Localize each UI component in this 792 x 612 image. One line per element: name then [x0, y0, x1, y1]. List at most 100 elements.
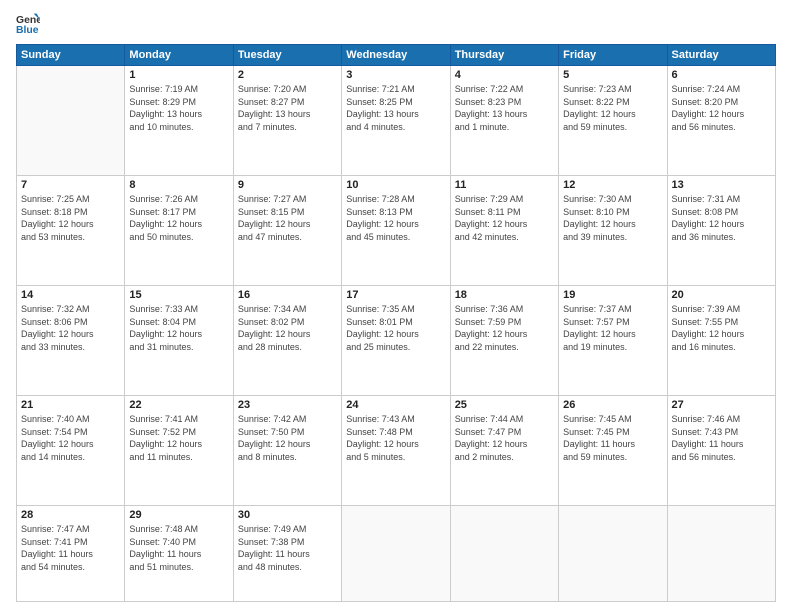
calendar-week-row: 7 Sunrise: 7:25 AM Sunset: 8:18 PM Daylig… — [17, 176, 776, 286]
calendar-day-cell — [342, 506, 450, 602]
calendar-day-cell: 18Sunrise: 7:36 AM Sunset: 7:59 PM Dayli… — [450, 286, 558, 396]
day-info: Sunrise: 7:41 AM Sunset: 7:52 PM Dayligh… — [129, 413, 228, 463]
logo-icon: General Blue — [16, 12, 40, 36]
calendar-day-cell — [17, 66, 125, 176]
day-info: Sunrise: 7:28 AM Sunset: 8:13 PM Dayligh… — [346, 193, 445, 243]
day-number: 7 — [21, 179, 120, 191]
weekday-header-monday: Monday — [125, 45, 233, 66]
day-info: Sunrise: 7:35 AM Sunset: 8:01 PM Dayligh… — [346, 303, 445, 353]
calendar-day-cell: 29 Sunrise: 7:48 AM Sunset: 7:40 PM Dayli… — [125, 506, 233, 602]
weekday-header-thursday: Thursday — [450, 45, 558, 66]
calendar-day-cell: 1 Sunrise: 7:19 AM Sunset: 8:29 PM Daylig… — [125, 66, 233, 176]
day-number: 6 — [672, 69, 771, 81]
calendar-day-cell: 20Sunrise: 7:39 AM Sunset: 7:55 PM Dayli… — [667, 286, 775, 396]
day-info: Sunrise: 7:37 AM Sunset: 7:57 PM Dayligh… — [563, 303, 662, 353]
day-info: Sunrise: 7:47 AM Sunset: 7:41 PM Dayligh… — [21, 523, 120, 573]
calendar-day-cell: 8Sunrise: 7:26 AM Sunset: 8:17 PM Daylig… — [125, 176, 233, 286]
calendar-day-cell: 10 Sunrise: 7:28 AM Sunset: 8:13 PM Dayli… — [342, 176, 450, 286]
day-number: 3 — [346, 69, 445, 81]
day-info: Sunrise: 7:29 AM Sunset: 8:11 PM Dayligh… — [455, 193, 554, 243]
day-info: Sunrise: 7:23 AM Sunset: 8:22 PM Dayligh… — [563, 83, 662, 133]
calendar-day-cell: 30 Sunrise: 7:49 AM Sunset: 7:38 PM Dayli… — [233, 506, 341, 602]
day-number: 22 — [129, 399, 228, 411]
calendar-day-cell: 12 Sunrise: 7:30 AM Sunset: 8:10 PM Dayli… — [559, 176, 667, 286]
calendar-day-cell: 23 Sunrise: 7:42 AM Sunset: 7:50 PM Dayli… — [233, 396, 341, 506]
logo: General Blue — [16, 12, 44, 36]
day-number: 12 — [563, 179, 662, 191]
day-number: 23 — [238, 399, 337, 411]
day-number: 15 — [129, 289, 228, 301]
weekday-header-tuesday: Tuesday — [233, 45, 341, 66]
calendar-day-cell: 15 Sunrise: 7:33 AM Sunset: 8:04 PM Dayli… — [125, 286, 233, 396]
calendar-day-cell: 27Sunrise: 7:46 AM Sunset: 7:43 PM Dayli… — [667, 396, 775, 506]
page-container: General Blue SundayMondayTuesdayWednesda… — [0, 0, 792, 612]
calendar-day-cell — [667, 506, 775, 602]
day-number: 30 — [238, 509, 337, 521]
day-info: Sunrise: 7:20 AM Sunset: 8:27 PM Dayligh… — [238, 83, 337, 133]
day-info: Sunrise: 7:42 AM Sunset: 7:50 PM Dayligh… — [238, 413, 337, 463]
calendar-day-cell: 26 Sunrise: 7:45 AM Sunset: 7:45 PM Dayli… — [559, 396, 667, 506]
day-info: Sunrise: 7:49 AM Sunset: 7:38 PM Dayligh… — [238, 523, 337, 573]
weekday-header-wednesday: Wednesday — [342, 45, 450, 66]
day-number: 10 — [346, 179, 445, 191]
day-info: Sunrise: 7:30 AM Sunset: 8:10 PM Dayligh… — [563, 193, 662, 243]
day-number: 11 — [455, 179, 554, 191]
weekday-header-saturday: Saturday — [667, 45, 775, 66]
calendar-day-cell: 28 Sunrise: 7:47 AM Sunset: 7:41 PM Dayli… — [17, 506, 125, 602]
day-number: 5 — [563, 69, 662, 81]
calendar-week-row: 21 Sunrise: 7:40 AM Sunset: 7:54 PM Dayli… — [17, 396, 776, 506]
calendar-day-cell: 14Sunrise: 7:32 AM Sunset: 8:06 PM Dayli… — [17, 286, 125, 396]
calendar-day-cell — [559, 506, 667, 602]
calendar-week-row: 28 Sunrise: 7:47 AM Sunset: 7:41 PM Dayli… — [17, 506, 776, 602]
svg-text:Blue: Blue — [16, 25, 39, 36]
day-info: Sunrise: 7:33 AM Sunset: 8:04 PM Dayligh… — [129, 303, 228, 353]
day-number: 24 — [346, 399, 445, 411]
day-number: 1 — [129, 69, 228, 81]
day-info: Sunrise: 7:40 AM Sunset: 7:54 PM Dayligh… — [21, 413, 120, 463]
day-number: 13 — [672, 179, 771, 191]
calendar-day-cell: 16 Sunrise: 7:34 AM Sunset: 8:02 PM Dayli… — [233, 286, 341, 396]
day-number: 28 — [21, 509, 120, 521]
day-number: 4 — [455, 69, 554, 81]
page-header: General Blue — [16, 12, 776, 36]
day-info: Sunrise: 7:43 AM Sunset: 7:48 PM Dayligh… — [346, 413, 445, 463]
calendar-day-cell: 21 Sunrise: 7:40 AM Sunset: 7:54 PM Dayli… — [17, 396, 125, 506]
day-info: Sunrise: 7:25 AM Sunset: 8:18 PM Dayligh… — [21, 193, 120, 243]
calendar-day-cell: 25Sunrise: 7:44 AM Sunset: 7:47 PM Dayli… — [450, 396, 558, 506]
calendar-table: SundayMondayTuesdayWednesdayThursdayFrid… — [16, 44, 776, 602]
day-number: 19 — [563, 289, 662, 301]
day-info: Sunrise: 7:46 AM Sunset: 7:43 PM Dayligh… — [672, 413, 771, 463]
calendar-day-cell: 22 Sunrise: 7:41 AM Sunset: 7:52 PM Dayli… — [125, 396, 233, 506]
day-number: 26 — [563, 399, 662, 411]
day-info: Sunrise: 7:24 AM Sunset: 8:20 PM Dayligh… — [672, 83, 771, 133]
calendar-day-cell: 17 Sunrise: 7:35 AM Sunset: 8:01 PM Dayli… — [342, 286, 450, 396]
day-number: 29 — [129, 509, 228, 521]
weekday-header-friday: Friday — [559, 45, 667, 66]
day-number: 25 — [455, 399, 554, 411]
day-info: Sunrise: 7:19 AM Sunset: 8:29 PM Dayligh… — [129, 83, 228, 133]
calendar-day-cell: 6 Sunrise: 7:24 AM Sunset: 8:20 PM Daylig… — [667, 66, 775, 176]
calendar-day-cell: 24 Sunrise: 7:43 AM Sunset: 7:48 PM Dayli… — [342, 396, 450, 506]
calendar-day-cell: 5 Sunrise: 7:23 AM Sunset: 8:22 PM Daylig… — [559, 66, 667, 176]
calendar-day-cell: 9Sunrise: 7:27 AM Sunset: 8:15 PM Daylig… — [233, 176, 341, 286]
calendar-week-row: 1 Sunrise: 7:19 AM Sunset: 8:29 PM Daylig… — [17, 66, 776, 176]
day-number: 20 — [672, 289, 771, 301]
calendar-day-cell: 3Sunrise: 7:21 AM Sunset: 8:25 PM Daylig… — [342, 66, 450, 176]
day-number: 17 — [346, 289, 445, 301]
weekday-header-row: SundayMondayTuesdayWednesdayThursdayFrid… — [17, 45, 776, 66]
calendar-day-cell: 4Sunrise: 7:22 AM Sunset: 8:23 PM Daylig… — [450, 66, 558, 176]
calendar-day-cell: 13 Sunrise: 7:31 AM Sunset: 8:08 PM Dayli… — [667, 176, 775, 286]
calendar-day-cell: 2Sunrise: 7:20 AM Sunset: 8:27 PM Daylig… — [233, 66, 341, 176]
calendar-day-cell: 7 Sunrise: 7:25 AM Sunset: 8:18 PM Daylig… — [17, 176, 125, 286]
calendar-day-cell: 19 Sunrise: 7:37 AM Sunset: 7:57 PM Dayli… — [559, 286, 667, 396]
day-info: Sunrise: 7:34 AM Sunset: 8:02 PM Dayligh… — [238, 303, 337, 353]
day-info: Sunrise: 7:45 AM Sunset: 7:45 PM Dayligh… — [563, 413, 662, 463]
day-number: 21 — [21, 399, 120, 411]
calendar-day-cell — [450, 506, 558, 602]
day-info: Sunrise: 7:32 AM Sunset: 8:06 PM Dayligh… — [21, 303, 120, 353]
day-info: Sunrise: 7:31 AM Sunset: 8:08 PM Dayligh… — [672, 193, 771, 243]
day-number: 8 — [129, 179, 228, 191]
day-info: Sunrise: 7:48 AM Sunset: 7:40 PM Dayligh… — [129, 523, 228, 573]
day-number: 16 — [238, 289, 337, 301]
calendar-day-cell: 11 Sunrise: 7:29 AM Sunset: 8:11 PM Dayli… — [450, 176, 558, 286]
